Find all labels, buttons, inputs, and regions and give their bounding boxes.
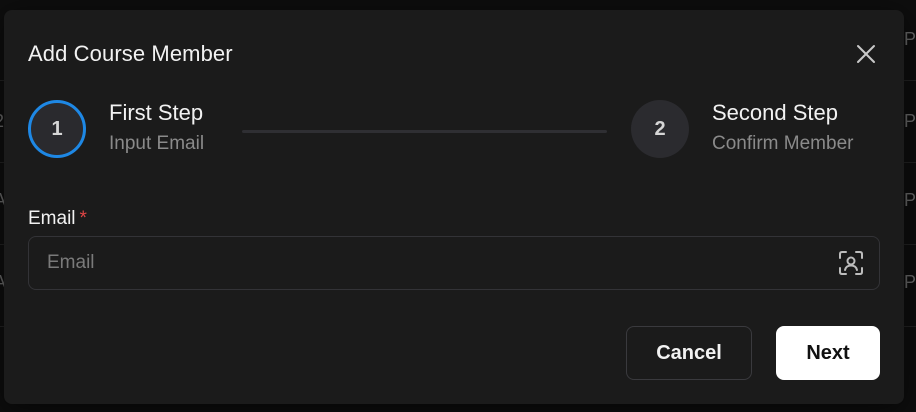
step-1-subtitle: Input Email (109, 133, 205, 154)
step-connector (242, 130, 607, 133)
email-label: Email * (28, 207, 87, 231)
dialog-title: Add Course Member (28, 41, 233, 66)
background-cell-text: P (904, 111, 916, 131)
background-cell-text: P (904, 272, 916, 292)
add-course-member-dialog: Add Course Member 1 First Step Input Ema… (4, 10, 904, 404)
step-number: 2 (654, 117, 666, 140)
next-button[interactable]: Next (776, 326, 880, 380)
email-input[interactable] (47, 237, 827, 289)
email-field-container (28, 236, 880, 290)
step-1-indicator: 1 (28, 100, 86, 158)
background-cell-text: P (904, 190, 916, 210)
step-1-title: First Step (109, 100, 204, 125)
step-2-indicator: 2 (631, 100, 689, 158)
step-number: 1 (51, 117, 63, 140)
step-2-subtitle: Confirm Member (712, 133, 854, 154)
face-scan-icon[interactable] (837, 249, 865, 277)
background-cell-text: P (904, 29, 916, 49)
close-icon (857, 45, 875, 63)
step-2-title: Second Step (712, 100, 838, 125)
email-label-text: Email (28, 208, 76, 229)
required-marker: * (79, 208, 87, 229)
cancel-button[interactable]: Cancel (626, 326, 752, 380)
close-button[interactable] (852, 40, 880, 68)
